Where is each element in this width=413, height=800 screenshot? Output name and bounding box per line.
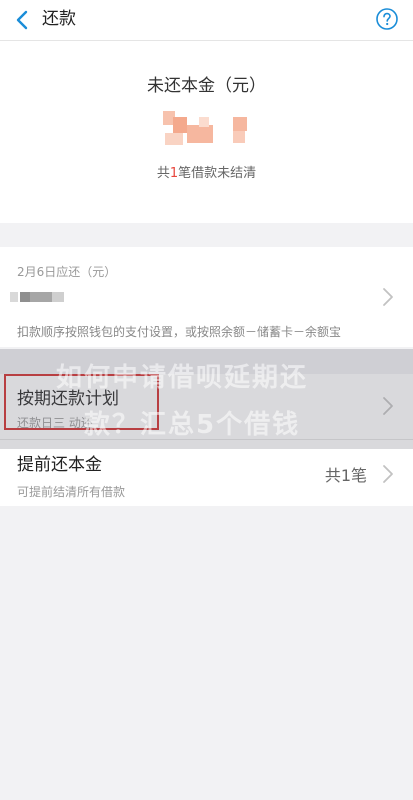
due-amount-masked	[10, 292, 64, 302]
outstanding-amount-masked	[163, 107, 253, 151]
due-date-label: 2月6日应还（元）	[17, 265, 117, 279]
chevron-left-icon	[16, 10, 28, 30]
watermark-overlay: 如何申请借呗延期还 款？汇总5个借钱	[0, 349, 413, 449]
unsettled-loan-count: 共1笔借款未结清	[0, 162, 413, 181]
outstanding-summary: 未还本金（元） 共1笔借款未结清	[0, 41, 413, 223]
watermark-line-2: 款？汇总5个借钱	[84, 410, 301, 440]
outstanding-principal-label: 未还本金（元）	[147, 76, 266, 96]
count-number: 1	[169, 166, 179, 181]
watermark-line-1: 如何申请借呗延期还	[56, 363, 309, 393]
prepay-principal-title: 提前还本金	[17, 455, 102, 475]
chevron-right-icon	[383, 465, 393, 483]
count-suffix: 笔借款未结清	[178, 166, 257, 181]
question-circle-icon	[376, 8, 398, 30]
chevron-right-icon	[383, 288, 393, 306]
page-title: 还款	[42, 9, 76, 29]
deduction-order-note: 扣款顺序按照钱包的支付设置，或按照余额－储蓄卡－余额宝	[17, 325, 342, 339]
help-button[interactable]	[376, 8, 398, 30]
prepay-count-value: 共1笔	[324, 466, 367, 485]
due-payment-card[interactable]: 2月6日应还（元） 扣款顺序按照钱包的支付设置，或按照余额－储蓄卡－余额宝	[0, 247, 413, 347]
nav-bar: 还款	[0, 0, 413, 41]
back-button[interactable]	[8, 4, 40, 36]
prepay-principal-subtitle: 可提前结清所有借款	[17, 485, 126, 499]
count-prefix: 共	[156, 166, 170, 181]
prepay-principal-row[interactable]: 提前还本金 可提前结清所有借款 共1笔	[0, 440, 413, 506]
